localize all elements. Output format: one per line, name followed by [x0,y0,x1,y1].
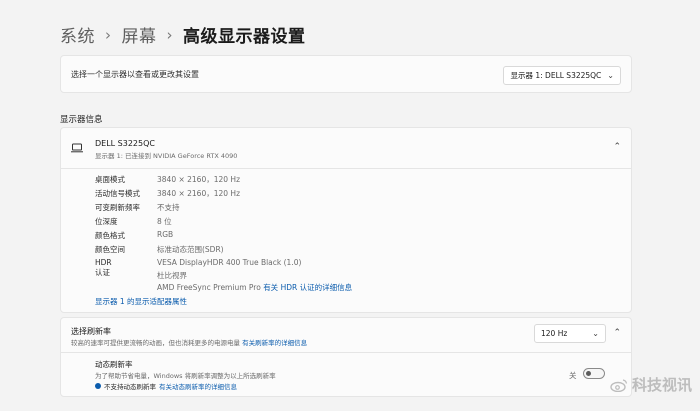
toggle-knob [586,371,591,376]
refresh-rate-dropdown[interactable]: 120 Hz ⌄ [534,324,606,343]
info-value: 3840 × 2160，120 Hz [157,175,241,184]
breadcrumb-display[interactable]: 屏幕 [122,22,157,47]
hdr-freesync-text: AMD FreeSync Premium Pro [157,283,264,292]
breadcrumb-system[interactable]: 系统 [60,22,95,47]
info-key: 颜色格式 [95,231,125,240]
dynamic-refresh-note-text: 不支持动态刷新率 [104,383,156,391]
refresh-rate-details-link[interactable]: 有关刷新率的详细信息 [242,339,307,347]
info-key: 桌面模式 [95,175,125,184]
monitor-select-value: 显示器 1: DELL S3225QC [510,71,602,80]
info-value: 3840 × 2160，120 Hz [157,189,241,198]
breadcrumb-separator: › [166,25,173,44]
monitor-select-card: 选择一个显示器以查看或更改其设置 显示器 1: DELL S3225QC ⌄ [60,55,632,93]
display-info-card: DELL S3225QC 显示器 1: 已连接到 NVIDIA GeForce … [60,127,632,313]
breadcrumb-separator: › [105,25,112,44]
display-info-section-title: 显示器信息 [60,115,103,125]
info-key: 颜色空间 [95,245,125,254]
info-value: RGB [157,230,174,239]
laptop-icon [71,143,83,153]
chevron-down-icon: ⌄ [607,71,614,80]
dynamic-refresh-toggle-label: 关 [569,371,577,380]
dynamic-refresh-details-link[interactable]: 有关动态刷新率的详细信息 [159,381,237,391]
info-key: 活动信号模式 [95,189,140,198]
watermark: 科技视讯 [610,374,692,395]
refresh-rate-description-text: 较高的速率可提供更流畅的动画，但也消耗更多的电源电量 [71,339,240,347]
display-info-header[interactable]: DELL S3225QC 显示器 1: 已连接到 NVIDIA GeForce … [61,128,631,169]
monitor-name: DELL S3225QC [95,139,155,148]
dynamic-refresh-note: 不支持动态刷新率 有关动态刷新率的详细信息 [95,381,237,391]
info-icon [95,383,101,389]
monitor-subtitle: 显示器 1: 已连接到 NVIDIA GeForce RTX 4090 [95,152,238,160]
refresh-rate-description: 较高的速率可提供更流畅的动画，但也消耗更多的电源电量 有关刷新率的详细信息 [71,337,307,347]
chevron-up-icon[interactable]: ⌃ [613,328,621,338]
hdr-dolby: 杜比视界 [157,271,187,280]
page-title: 高级显示器设置 [183,27,306,47]
chevron-down-icon: ⌄ [592,329,599,338]
chevron-up-icon[interactable]: ⌃ [613,142,621,152]
refresh-rate-value: 120 Hz [541,329,568,338]
hdr-vesa: VESA DisplayHDR 400 True Black (1.0) [157,258,302,267]
dynamic-refresh-toggle[interactable] [583,368,605,379]
adapter-properties-link[interactable]: 显示器 1 的显示适配器属性 [95,296,187,307]
monitor-select-dropdown[interactable]: 显示器 1: DELL S3225QC ⌄ [503,66,621,85]
monitor-select-label: 选择一个显示器以查看或更改其设置 [71,70,199,79]
refresh-rate-title: 选择刷新率 [71,327,111,336]
info-value: 不支持 [157,203,180,212]
info-value: 标准动态范围(SDR) [157,245,224,254]
info-key: 位深度 [95,217,118,226]
dynamic-refresh-description: 为了帮助节省电量，Windows 将刷新率调整为以上所选刷新率 [95,372,276,380]
weibo-logo-icon [610,378,628,392]
refresh-rate-card: 选择刷新率 较高的速率可提供更流畅的动画，但也消耗更多的电源电量 有关刷新率的详… [60,317,632,397]
info-key: 可变刷新频率 [95,203,140,212]
watermark-text: 科技视讯 [631,376,692,394]
info-value: 8 位 [157,217,172,226]
breadcrumb: 系统 › 屏幕 › 高级显示器设置 [60,22,306,48]
dynamic-refresh-title: 动态刷新率 [95,360,133,369]
hdr-details-link[interactable]: 有关 HDR 认证的详细信息 [263,283,352,292]
hdr-freesync: AMD FreeSync Premium Pro 有关 HDR 认证的详细信息 [157,282,352,293]
info-key: HDR 认证 [95,258,112,277]
divider [61,352,631,353]
